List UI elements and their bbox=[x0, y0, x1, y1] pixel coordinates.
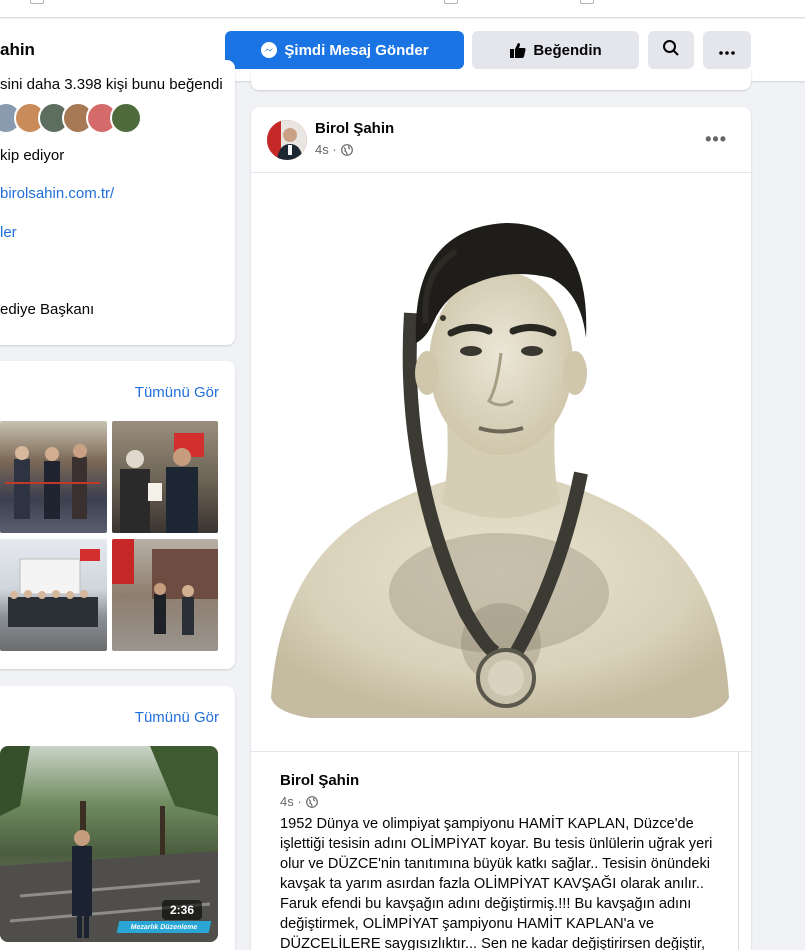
liked-button[interactable]: Beğendin bbox=[472, 31, 639, 69]
send-message-label: Şimdi Mesaj Gönder bbox=[284, 41, 429, 59]
shared-timestamp[interactable]: 4s · bbox=[280, 794, 318, 809]
search-icon bbox=[662, 39, 680, 61]
previous-post-edge bbox=[251, 70, 751, 90]
nav-icon[interactable] bbox=[444, 0, 458, 4]
photos-card: Tümünü Gör bbox=[0, 361, 235, 669]
photo-thumbnail[interactable] bbox=[0, 421, 107, 533]
category-link[interactable]: ler bbox=[0, 224, 17, 241]
globe-icon bbox=[340, 143, 353, 156]
more-icon bbox=[719, 42, 735, 59]
friend-avatars bbox=[0, 102, 142, 136]
shared-author-name[interactable]: Birol Şahin bbox=[280, 772, 359, 789]
job-title: ediye Başkanı bbox=[0, 301, 95, 318]
messenger-icon bbox=[260, 41, 278, 59]
avatar[interactable] bbox=[110, 102, 142, 134]
videos-see-all-link[interactable]: Tümünü Gör bbox=[135, 709, 219, 726]
video-duration: 2:36 bbox=[161, 900, 202, 920]
post-author-name[interactable]: Birol Şahin bbox=[315, 120, 394, 137]
search-button[interactable] bbox=[648, 31, 694, 69]
likes-summary: sini daha 3.398 kişi bunu beğendi bbox=[0, 76, 223, 93]
photos-see-all-link[interactable]: Tümünü Gör bbox=[135, 384, 219, 401]
send-message-button[interactable]: Şimdi Mesaj Gönder bbox=[225, 31, 464, 69]
page-title: ahin bbox=[0, 40, 35, 59]
shared-time-text: 4s · bbox=[280, 794, 302, 809]
videos-card: Tümünü Gör 2:36 Mezarlık Düzenleme bbox=[0, 686, 235, 950]
intro-card: sini daha 3.398 kişi bunu beğendi kip ed… bbox=[0, 60, 235, 345]
author-avatar[interactable] bbox=[267, 120, 307, 160]
post-time-text: 4s · bbox=[315, 142, 337, 157]
thumbs-up-icon bbox=[509, 41, 527, 59]
video-caption-banner: Mezarlık Düzenleme bbox=[116, 921, 212, 933]
website-link[interactable]: birolsahin.com.tr/ bbox=[0, 185, 114, 202]
nav-icon[interactable] bbox=[580, 0, 594, 4]
post-photo[interactable] bbox=[251, 172, 751, 752]
follow-text: kip ediyor bbox=[0, 147, 65, 164]
globe-icon bbox=[305, 795, 318, 808]
post-card: Birol Şahin 4s · ••• Birol Şahin 4s · 19… bbox=[251, 107, 751, 950]
photo-thumbnail[interactable] bbox=[112, 539, 218, 651]
post-body-text: 1952 Dünya ve olimpiyat şampiyonu HAMİT … bbox=[280, 816, 713, 950]
post-timestamp[interactable]: 4s · bbox=[315, 142, 353, 157]
liked-label: Beğendin bbox=[533, 41, 602, 59]
shared-post-section: Birol Şahin 4s · 1952 Dünya ve olimpiyat… bbox=[251, 752, 739, 950]
photo-thumbnail[interactable] bbox=[112, 421, 218, 533]
nav-icon[interactable] bbox=[30, 0, 44, 4]
video-thumbnail[interactable]: 2:36 Mezarlık Düzenleme bbox=[0, 746, 218, 942]
top-navigation-strip bbox=[0, 0, 805, 18]
photo-thumbnail[interactable] bbox=[0, 539, 107, 651]
more-options-button[interactable] bbox=[703, 31, 751, 69]
post-options-icon[interactable]: ••• bbox=[705, 129, 727, 150]
